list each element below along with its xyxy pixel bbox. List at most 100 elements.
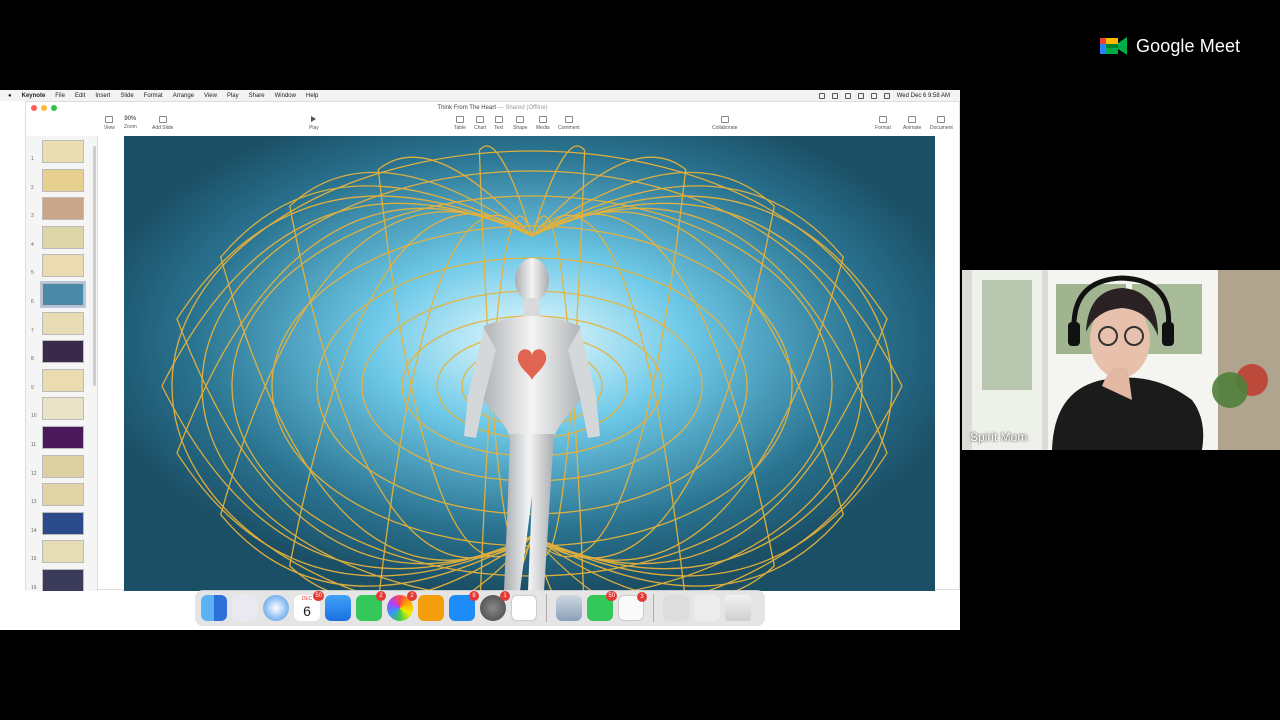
control-center-icon[interactable]	[883, 92, 890, 99]
slide-thumbnail[interactable]	[42, 483, 84, 507]
slide-thumbnail[interactable]	[40, 281, 86, 308]
slide-thumbnail[interactable]	[42, 168, 84, 192]
slide-number: 15	[31, 556, 37, 563]
menu-edit[interactable]: Edit	[75, 93, 85, 99]
trash-dock-icon[interactable]	[725, 595, 751, 621]
safari-dock-icon[interactable]	[263, 595, 289, 621]
text-icon	[494, 116, 503, 123]
add-slide-button[interactable]: Add Slide	[152, 116, 173, 131]
google-meet-branding: Google Meet	[1100, 34, 1240, 58]
facetime-dock-icon[interactable]: 50	[587, 591, 617, 621]
menu-slide[interactable]: Slide	[120, 93, 133, 99]
slide-number: 1	[31, 156, 34, 162]
comment-icon	[564, 116, 573, 123]
menu-keynote[interactable]: Keynote	[22, 93, 46, 99]
menu-file[interactable]: File	[55, 93, 65, 99]
finder-dock-icon[interactable]	[201, 595, 227, 621]
reminders-dock-icon[interactable]: 3	[618, 592, 647, 621]
documents-stack-icon[interactable]	[694, 595, 720, 621]
collaborate-icon	[720, 116, 729, 123]
slide-thumbnail[interactable]	[42, 311, 84, 335]
document-icon	[937, 116, 946, 123]
app-store-dock-icon[interactable]: 8	[449, 591, 479, 621]
zoom-button[interactable]: 90% Zoom	[124, 116, 137, 130]
meet-brand-text: Google Meet	[1136, 35, 1241, 56]
keynote-dock-icon[interactable]	[511, 595, 537, 621]
slide-number: 14	[31, 527, 37, 534]
wifi-icon[interactable]	[857, 92, 864, 99]
format-button[interactable]: Format	[875, 116, 891, 131]
slide-number: 11	[31, 442, 37, 448]
mac-dock: DEC 6 50 2 2 8 1 50 3	[195, 590, 765, 626]
status-icon[interactable]	[818, 92, 825, 99]
chart-button[interactable]: Chart	[474, 116, 486, 131]
menu-insert[interactable]: Insert	[95, 93, 110, 99]
animate-button[interactable]: Animate	[903, 116, 921, 131]
slide-thumbnail[interactable]	[42, 511, 84, 535]
slide-thumbnail[interactable]	[42, 225, 84, 249]
menu-play[interactable]: Play	[227, 93, 239, 99]
downloads-stack-icon[interactable]	[663, 595, 689, 621]
slide-thumbnail[interactable]	[42, 197, 84, 221]
menu-window[interactable]: Window	[275, 93, 296, 99]
menu-share[interactable]: Share	[249, 93, 265, 99]
text-button[interactable]: Text	[494, 116, 503, 131]
comment-button[interactable]: Comment	[558, 116, 580, 131]
shape-icon	[516, 116, 525, 123]
slide-thumbnail[interactable]	[42, 540, 84, 564]
slide-thumbnail[interactable]	[42, 426, 84, 449]
slide-number: 3	[31, 213, 34, 220]
menu-format[interactable]: Format	[144, 93, 163, 99]
slide-number: 13	[31, 499, 37, 506]
slide-thumbnail[interactable]	[42, 254, 84, 278]
table-button[interactable]: Table	[454, 116, 466, 131]
dock-separator	[546, 594, 547, 622]
apple-icon[interactable]: ●	[8, 93, 12, 99]
keynote-window: Think From The Heart — Shared (Offline) …	[25, 101, 960, 591]
app-store-badge: 8	[469, 591, 479, 601]
menu-arrange[interactable]: Arrange	[173, 93, 194, 99]
torus-heart-field-image	[124, 136, 935, 591]
search-icon[interactable]	[870, 92, 877, 99]
menu-help[interactable]: Help	[306, 93, 318, 99]
launchpad-dock-icon[interactable]	[232, 595, 258, 621]
zoom-value: 90%	[124, 116, 137, 122]
media-button[interactable]: Media	[536, 116, 550, 131]
collaborate-button[interactable]: Collaborate	[712, 116, 738, 131]
status-icon[interactable]	[844, 92, 851, 99]
slide-number: 12	[31, 470, 37, 477]
slide-navigator: 1 2 3 4 5 6 7 8 9 10 11 12 13 14 15 16	[26, 136, 98, 591]
slide-canvas[interactable]	[124, 136, 935, 591]
mail-dock-icon[interactable]	[325, 595, 351, 621]
menubar-clock[interactable]: Wed Dec 6 9:58 AM	[897, 93, 950, 99]
play-button[interactable]: Play	[309, 116, 319, 131]
calendar-badge: 50	[313, 591, 324, 601]
preview-dock-icon[interactable]	[556, 595, 582, 621]
slide-thumbnail[interactable]	[42, 340, 84, 364]
view-button[interactable]: View	[104, 116, 115, 131]
meet-stage: Google Meet ● Keynote File Edit Insert S…	[0, 0, 1280, 720]
participant-video-tile[interactable]: Spirit Mom	[962, 270, 1280, 450]
slide-thumbnail[interactable]	[42, 368, 84, 392]
slide-thumbnail[interactable]	[42, 569, 84, 591]
table-icon	[455, 116, 464, 123]
document-button[interactable]: Document	[930, 116, 953, 131]
keynote-toolbar: View 90% Zoom Add Slide Play Table Chart …	[26, 114, 959, 136]
photos-dock-icon[interactable]: 2	[387, 591, 417, 621]
slide-thumbnail[interactable]	[42, 454, 84, 478]
chart-icon	[476, 116, 485, 123]
pages-dock-icon[interactable]	[418, 595, 444, 621]
window-titlebar: Think From The Heart — Shared (Offline)	[26, 102, 959, 114]
slide-number: 2	[31, 184, 34, 191]
calendar-dock-icon[interactable]: DEC 6 50	[294, 591, 324, 621]
messages-dock-icon[interactable]: 2	[356, 591, 386, 621]
slide-thumbnail[interactable]	[42, 140, 84, 163]
document-title-bar: Think From The Heart — Shared (Offline)	[26, 105, 959, 111]
document-title: Think From The Heart	[437, 105, 496, 111]
slide-thumbnail[interactable]	[42, 397, 84, 421]
status-icon[interactable]	[831, 92, 838, 99]
system-settings-dock-icon[interactable]: 1	[480, 591, 510, 621]
shape-button[interactable]: Shape	[513, 116, 527, 131]
navigator-scrollbar[interactable]	[93, 146, 96, 386]
menu-view[interactable]: View	[204, 93, 217, 99]
